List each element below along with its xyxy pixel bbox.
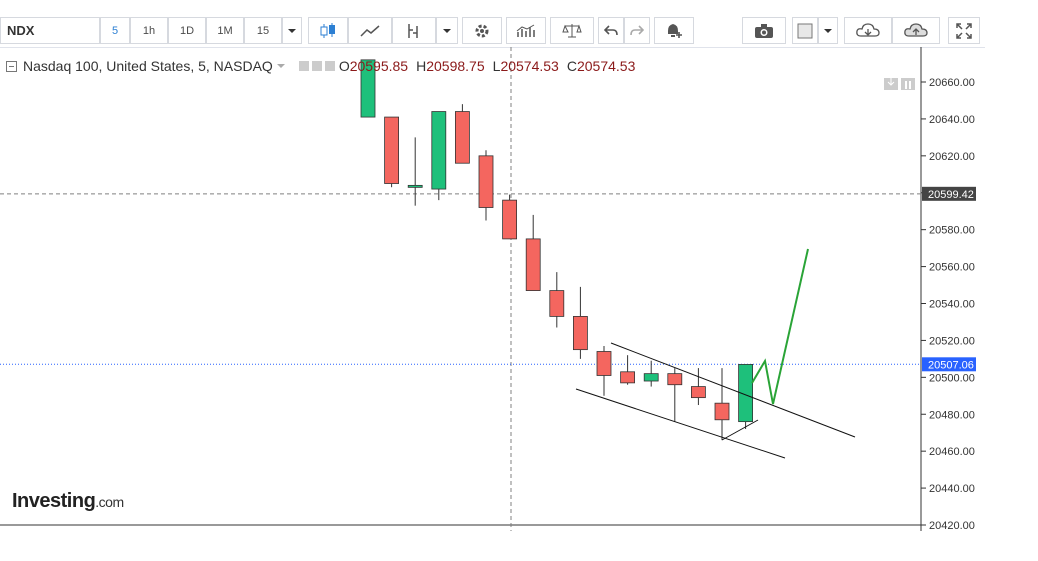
legend-title: Nasdaq 100, United States, 5, NASDAQ <box>23 58 273 74</box>
collapse-legend-icon[interactable] <box>6 60 17 72</box>
compare-button[interactable] <box>550 17 594 44</box>
logo-suffix: .com <box>95 494 124 510</box>
trend-drawings[interactable] <box>575 248 856 459</box>
candle-body[interactable] <box>549 290 565 317</box>
camera-icon <box>755 23 773 38</box>
interval-5[interactable]: 5 <box>100 17 130 44</box>
interval-1d[interactable]: 1D <box>168 17 206 44</box>
y-tick-label: 20460.00 <box>929 446 975 458</box>
y-tick-label: 20640.00 <box>929 114 975 126</box>
cloud-upload-icon <box>904 22 928 37</box>
color-icon <box>797 23 813 38</box>
compare-icon <box>562 23 582 37</box>
channel-bottom-segment[interactable] <box>721 419 759 441</box>
pause-icon <box>905 81 911 89</box>
close-value: 20574.53 <box>576 58 636 74</box>
y-tick-label: 20660.00 <box>929 77 975 89</box>
y-tick-label: 20520.00 <box>929 335 975 347</box>
dropdown-icon <box>443 28 451 33</box>
channel-upper-line[interactable] <box>610 342 856 438</box>
y-tick-label: 20580.00 <box>929 225 975 237</box>
dropdown-icon[interactable] <box>276 63 285 69</box>
indicators-dropdown[interactable] <box>436 17 458 44</box>
line-chart-icon <box>360 24 380 37</box>
interval-15[interactable]: 15 <box>244 17 282 44</box>
investing-logo: Investing.com <box>12 490 124 513</box>
candle-body[interactable] <box>502 199 518 240</box>
candle-body[interactable] <box>643 373 659 382</box>
candle-body[interactable] <box>691 386 706 399</box>
legend-tools-icon[interactable] <box>298 60 335 72</box>
interval-1h[interactable]: 1h <box>130 17 168 44</box>
y-tick-label: 20620.00 <box>929 151 975 163</box>
alert-icon <box>668 23 682 38</box>
candles-icon <box>320 22 335 38</box>
indicator-icon <box>408 23 418 38</box>
undo-button[interactable] <box>598 17 624 44</box>
high-value: 20598.75 <box>426 58 485 74</box>
dropdown-icon <box>288 28 296 33</box>
indicators-button[interactable] <box>392 17 436 44</box>
study-icon <box>516 24 535 37</box>
study-button[interactable] <box>506 17 546 44</box>
dropdown-icon <box>824 28 832 33</box>
candle-body[interactable] <box>525 238 541 291</box>
scroll-down-button[interactable] <box>884 78 898 90</box>
cloud-download-button[interactable] <box>844 17 892 44</box>
cloud-upload-button[interactable] <box>892 17 940 44</box>
redo-icon <box>630 24 644 35</box>
low-value: 20574.53 <box>500 58 559 74</box>
settings-icon <box>475 24 489 37</box>
logo-brand: Investing <box>12 490 96 512</box>
symbol-input[interactable]: NDX <box>0 17 100 44</box>
chart-app: NDX 5 1h 1D 1M 15 20660.00 20640.00 2062… <box>0 0 985 531</box>
candle-body[interactable] <box>714 402 730 421</box>
y-tick-label: 20500.00 <box>929 372 975 384</box>
interval-1m[interactable]: 1M <box>206 17 244 44</box>
y-tick-label: 20560.00 <box>929 262 975 274</box>
candle-body[interactable] <box>431 111 447 190</box>
candle-body[interactable] <box>573 316 588 351</box>
y-tick-label: 20540.00 <box>929 299 975 311</box>
low-label: L <box>492 58 501 74</box>
scale-buttons <box>884 78 915 90</box>
color-picker-dropdown[interactable] <box>818 17 838 44</box>
y-tick-label: 20420.00 <box>929 520 975 531</box>
crosshair-price-label: 20599.42 <box>928 189 974 201</box>
undo-icon <box>604 24 618 35</box>
chart-legend: Nasdaq 100, United States, 5, NASDAQ O 20… <box>0 56 635 76</box>
open-label: O <box>338 58 350 74</box>
screenshot-button[interactable] <box>742 17 786 44</box>
color-picker-button[interactable] <box>792 17 818 44</box>
price-chart[interactable]: 20660.0020640.0020620.0020600.0020580.00… <box>0 47 985 531</box>
scale-pause-button[interactable] <box>901 78 915 90</box>
last-price-label: 20507.06 <box>928 359 974 371</box>
alert-button[interactable] <box>654 17 694 44</box>
candle-body[interactable] <box>596 351 612 376</box>
open-value: 20595.85 <box>349 58 409 74</box>
close-label: C <box>566 58 577 74</box>
candle-body[interactable] <box>407 184 423 188</box>
fullscreen-button[interactable] <box>948 17 980 44</box>
high-label: H <box>416 58 427 74</box>
candle-body[interactable] <box>454 111 470 164</box>
y-tick-label: 20480.00 <box>929 409 975 421</box>
candle-body[interactable] <box>667 373 683 386</box>
chart-type-candles-button[interactable] <box>308 17 348 44</box>
projection-path[interactable] <box>751 248 809 405</box>
arrow-down-icon <box>887 78 895 86</box>
candle-body[interactable] <box>478 155 494 208</box>
redo-button[interactable] <box>624 17 650 44</box>
interval-dropdown[interactable] <box>282 17 302 44</box>
y-tick-label: 20440.00 <box>929 483 975 495</box>
cloud-download-icon <box>856 22 880 37</box>
candle-body[interactable] <box>620 371 635 384</box>
settings-button[interactable] <box>462 17 502 44</box>
fullscreen-icon <box>956 22 972 39</box>
price-axis[interactable]: 20660.0020640.0020620.0020600.0020580.00… <box>921 77 976 531</box>
toolbar: NDX 5 1h 1D 1M 15 <box>0 9 985 48</box>
candle-body[interactable] <box>384 116 400 184</box>
channel-lower-line[interactable] <box>575 388 786 459</box>
line-chart-button[interactable] <box>348 17 392 44</box>
